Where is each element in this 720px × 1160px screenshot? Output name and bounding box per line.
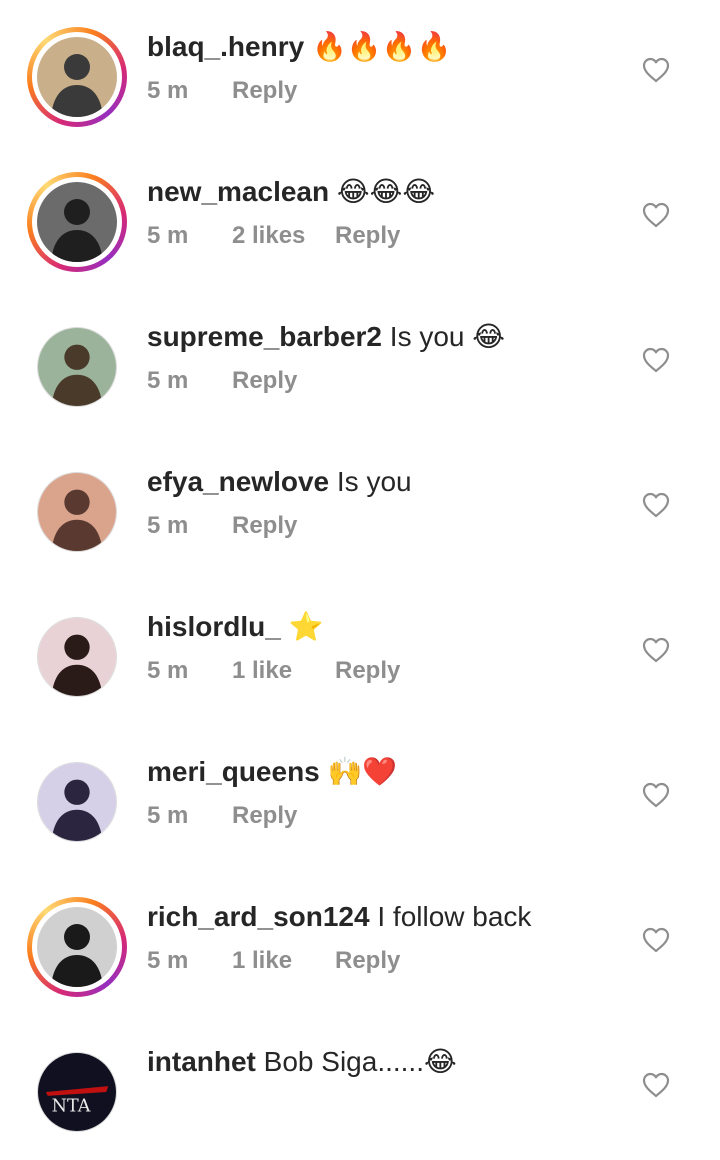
avatar — [37, 182, 117, 262]
comment-row: new_maclean 😂😂😂 5 m 2 likes Reply — [0, 145, 720, 290]
heart-outline-icon[interactable] — [642, 637, 670, 663]
heart-outline-icon[interactable] — [642, 492, 670, 518]
comment-text: 🙌❤️ — [327, 756, 398, 787]
avatar-frame[interactable] — [37, 327, 117, 407]
comment-row: blaq_.henry 🔥🔥🔥🔥 5 m Reply — [0, 0, 720, 145]
reply-button[interactable]: Reply — [335, 221, 400, 251]
comment-body: efya_newlove Is you — [147, 465, 412, 499]
logo-avatar-icon: NTA — [38, 1053, 116, 1131]
person-avatar-icon — [37, 182, 117, 262]
avatar — [37, 907, 117, 987]
comment-body: supreme_barber2 Is you 😂 — [147, 320, 505, 354]
heart-outline-icon[interactable] — [642, 782, 670, 808]
reply-button[interactable]: Reply — [232, 366, 297, 396]
comment-text: Is you 😂 — [389, 321, 505, 352]
comment-likes-count[interactable]: 1 like — [232, 656, 292, 686]
avatar — [38, 328, 116, 406]
comment-timestamp: 5 m — [147, 367, 189, 394]
heart-outline-icon[interactable] — [642, 57, 670, 83]
comment-timestamp: 5 m — [147, 947, 189, 974]
avatar-frame[interactable]: NTA — [37, 1052, 117, 1132]
comment-likes-count[interactable]: 1 like — [232, 946, 292, 976]
person-avatar-icon — [38, 618, 116, 696]
heart-outline-icon[interactable] — [642, 202, 670, 228]
comment-body: hislordlu_ ⭐ — [147, 610, 323, 644]
avatar-frame[interactable] — [37, 617, 117, 697]
comment-body: blaq_.henry 🔥🔥🔥🔥 — [147, 30, 451, 64]
avatar-frame[interactable] — [37, 472, 117, 552]
heart-outline-icon[interactable] — [642, 1072, 670, 1098]
avatar: NTA — [38, 1053, 116, 1131]
person-avatar-icon — [37, 907, 117, 987]
comment-likes-count[interactable]: 2 likes — [232, 221, 305, 251]
comment-body: new_maclean 😂😂😂 — [147, 175, 435, 209]
avatar-story-ring[interactable] — [27, 172, 127, 272]
reply-button[interactable]: Reply — [232, 511, 297, 541]
comment-body: intanhet Bob Siga......😂 — [147, 1045, 457, 1079]
avatar — [38, 618, 116, 696]
heart-outline-icon[interactable] — [642, 927, 670, 953]
comment-username[interactable]: hislordlu_ — [147, 611, 281, 642]
comment-username[interactable]: new_maclean — [147, 176, 329, 207]
person-avatar-icon — [38, 763, 116, 841]
avatar-story-ring[interactable] — [27, 27, 127, 127]
comment-username[interactable]: rich_ard_son124 — [147, 901, 370, 932]
reply-button[interactable]: Reply — [335, 656, 400, 686]
comment-username[interactable]: blaq_.henry — [147, 31, 304, 62]
comment-username[interactable]: intanhet — [147, 1046, 256, 1077]
comment-timestamp: 5 m — [147, 802, 189, 829]
comment-username[interactable]: meri_queens — [147, 756, 320, 787]
avatar — [38, 763, 116, 841]
avatar-logo-text: NTA — [52, 1097, 91, 1117]
reply-button[interactable]: Reply — [232, 76, 297, 106]
person-avatar-icon — [37, 37, 117, 117]
comment-body: rich_ard_son124 I follow back — [147, 900, 531, 934]
comment-row: efya_newlove Is you 5 m Reply — [0, 435, 720, 580]
comment-row: rich_ard_son124 I follow back 5 m 1 like Re… — [0, 870, 720, 1015]
avatar-frame[interactable] — [37, 762, 117, 842]
avatar — [37, 37, 117, 117]
reply-button[interactable]: Reply — [232, 801, 297, 831]
comment-row: meri_queens 🙌❤️ 5 m Reply — [0, 725, 720, 870]
comment-username[interactable]: supreme_barber2 — [147, 321, 382, 352]
person-avatar-icon — [38, 473, 116, 551]
comment-timestamp: 5 m — [147, 222, 189, 249]
comment-timestamp: 5 m — [147, 77, 189, 104]
comment-timestamp: 5 m — [147, 512, 189, 539]
comment-row: hislordlu_ ⭐ 5 m 1 like Reply — [0, 580, 720, 725]
comment-text: Bob Siga......😂 — [263, 1046, 457, 1077]
comment-username[interactable]: efya_newlove — [147, 466, 329, 497]
comment-row: NTA intanhet Bob Siga......😂 — [0, 1015, 720, 1160]
reply-button[interactable]: Reply — [335, 946, 400, 976]
comment-body: meri_queens 🙌❤️ — [147, 755, 397, 789]
comment-text: Is you — [336, 466, 412, 497]
heart-outline-icon[interactable] — [642, 347, 670, 373]
comment-text: 🔥🔥🔥🔥 — [311, 31, 452, 62]
comment-timestamp: 5 m — [147, 657, 189, 684]
comment-text: I follow back — [377, 901, 532, 932]
person-avatar-icon — [38, 328, 116, 406]
comment-row: supreme_barber2 Is you 😂 5 m Reply — [0, 290, 720, 435]
comment-text: ⭐ — [288, 611, 324, 642]
avatar — [38, 473, 116, 551]
avatar-story-ring[interactable] — [27, 897, 127, 997]
comment-text: 😂😂😂 — [336, 176, 436, 207]
